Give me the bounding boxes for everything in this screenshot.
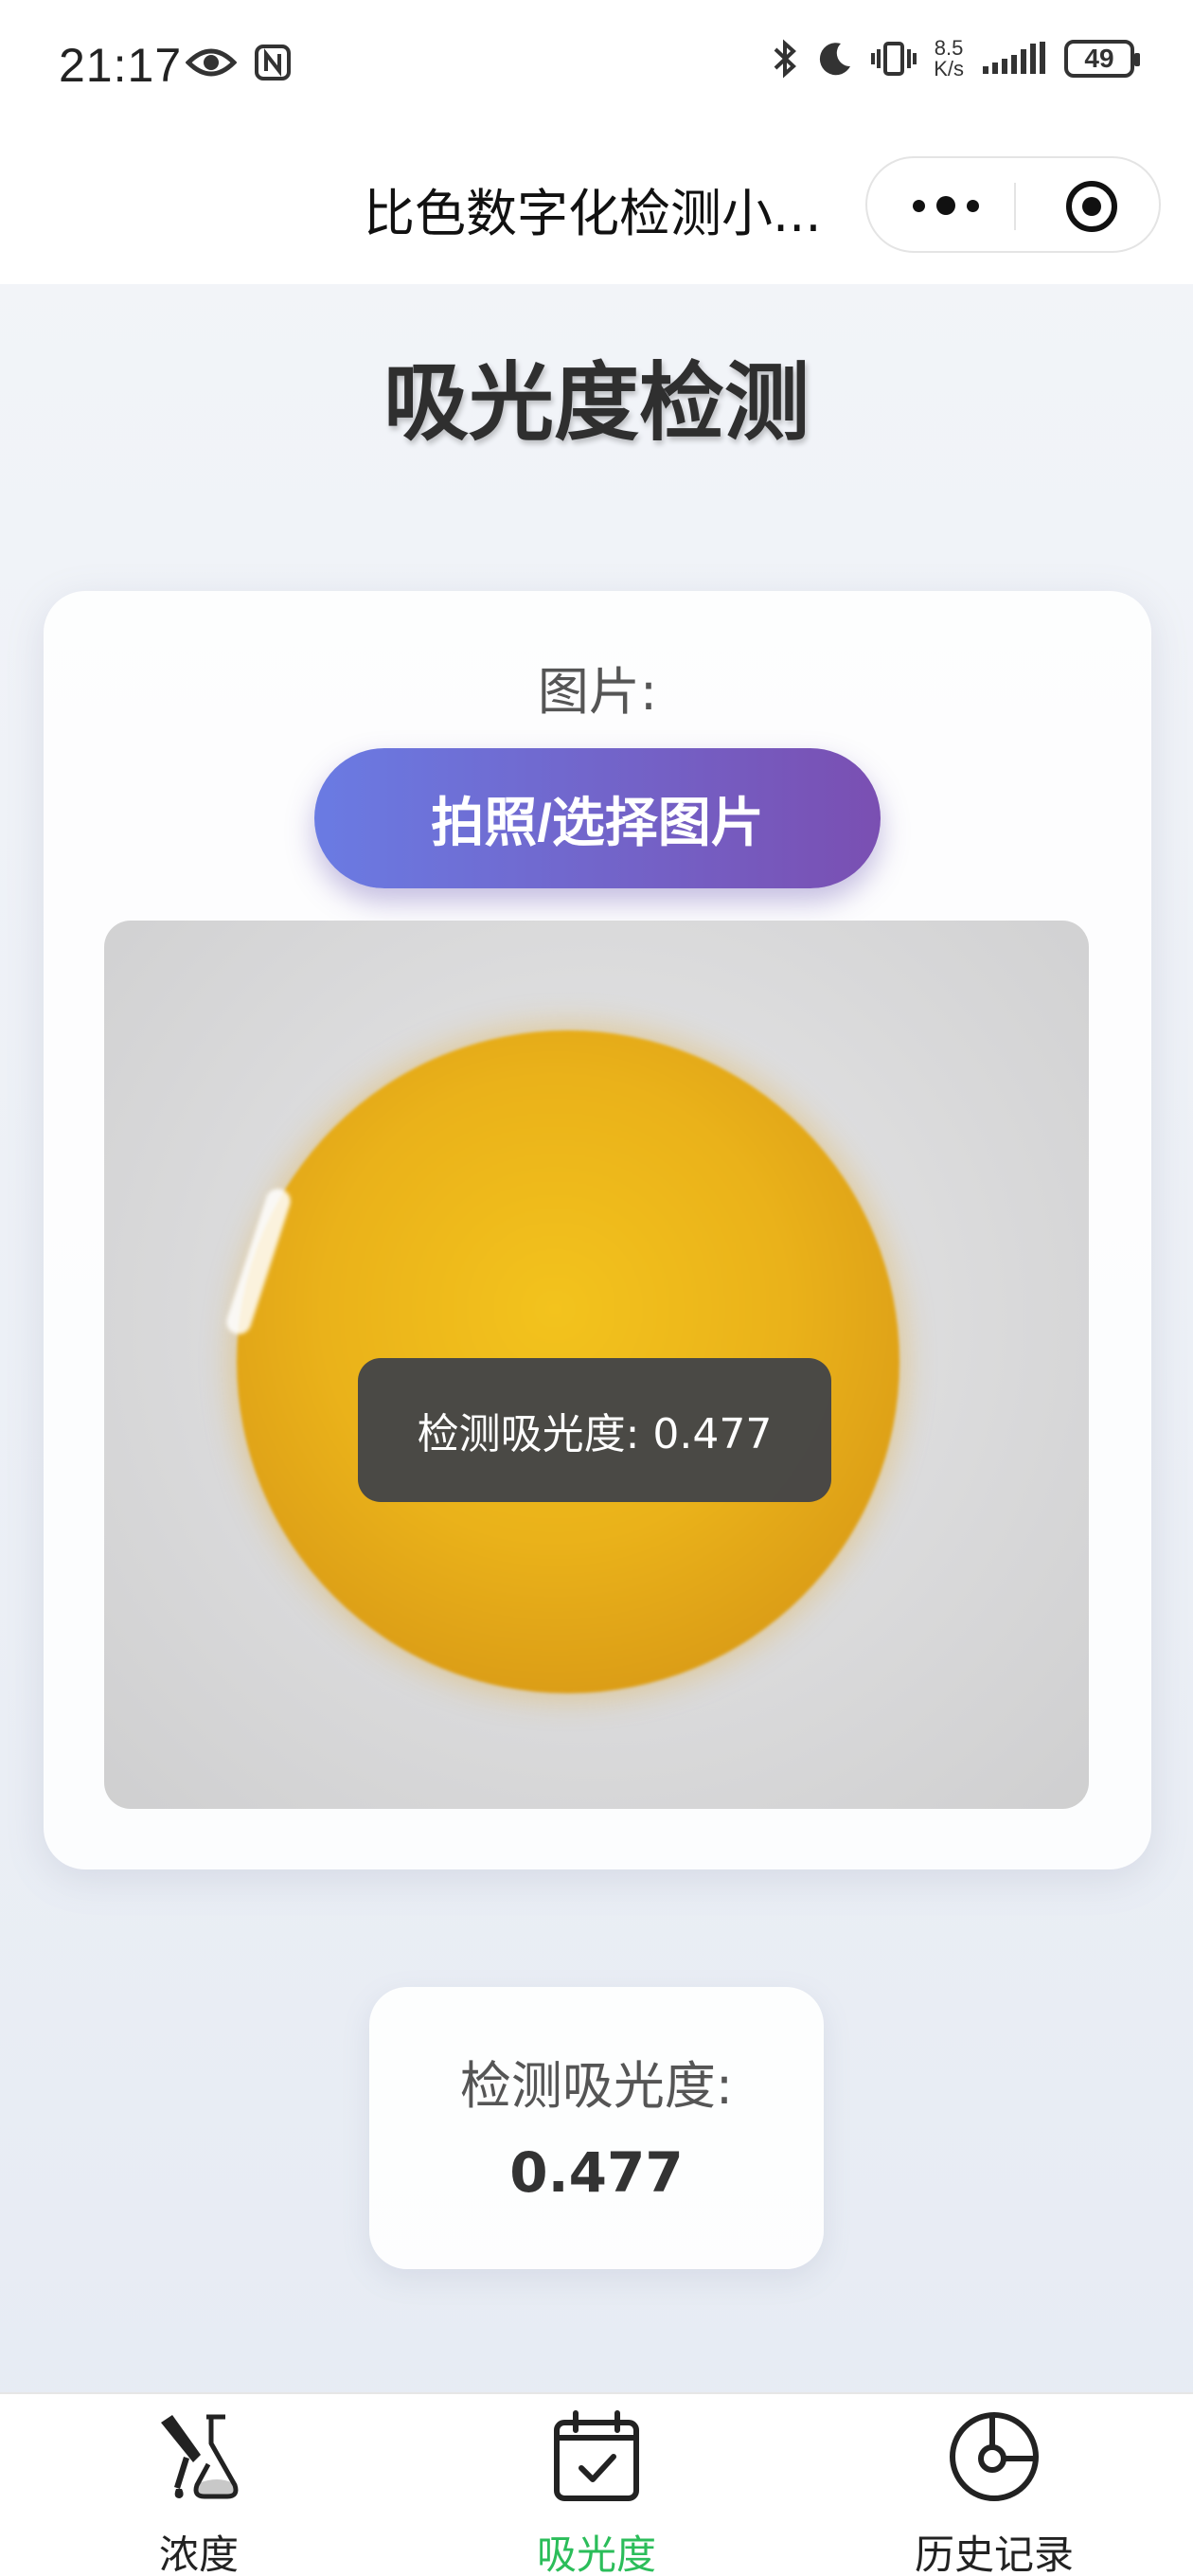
signal-icon	[983, 42, 1045, 74]
moon-icon	[820, 43, 851, 76]
status-bar: 21:17 8.5 K/s 49	[0, 0, 1193, 137]
status-time: 21:17	[59, 39, 183, 92]
result-box: 检测吸光度: 0.477	[369, 1987, 824, 2269]
close-target-icon[interactable]	[1065, 180, 1118, 233]
tab-concentration[interactable]: 浓度	[57, 2394, 341, 2576]
status-left-icons	[186, 44, 292, 81]
history-dial-icon	[950, 2412, 1039, 2501]
tab-label: 历史记录	[914, 2531, 1074, 2576]
result-value: 0.477	[509, 2140, 684, 2205]
tab-bar: 浓度 吸光度 历史记录	[0, 2392, 1193, 2576]
page-title: 吸光度检测	[383, 353, 810, 453]
app-root: 21:17 8.5 K/s 49 比色数字化检测小... 吸光度检测 图片: 拍…	[0, 0, 1193, 2576]
capsule-divider	[1014, 183, 1016, 230]
more-options-icon[interactable]	[913, 187, 979, 224]
vibrate-icon	[871, 42, 917, 76]
result-toast: 检测吸光度: 0.477	[358, 1358, 831, 1502]
image-card: 图片: 拍照/选择图片 检测吸光度: 0.477	[44, 591, 1151, 1869]
calendar-check-icon	[554, 2410, 639, 2501]
nav-bar: 比色数字化检测小...	[0, 137, 1193, 284]
tab-label: 吸光度	[536, 2531, 656, 2576]
nav-title: 比色数字化检测小...	[364, 184, 822, 243]
tab-history[interactable]: 历史记录	[852, 2394, 1136, 2576]
tab-label: 浓度	[158, 2531, 239, 2576]
bluetooth-icon	[774, 39, 797, 79]
result-label: 检测吸光度:	[459, 2056, 734, 2116]
battery-indicator: 49	[1064, 40, 1140, 78]
image-label: 图片:	[537, 662, 658, 722]
nfc-icon	[255, 45, 291, 80]
net-speed: 8.5 K/s	[934, 36, 964, 80]
tab-absorbance[interactable]: 吸光度	[454, 2394, 739, 2576]
eye-icon	[186, 48, 237, 77]
choose-image-button[interactable]: 拍照/选择图片	[314, 748, 881, 888]
sample-photo: 检测吸光度: 0.477	[104, 921, 1089, 1809]
status-right-icons: 8.5 K/s 49	[771, 36, 1140, 80]
flask-dropper-icon	[161, 2414, 239, 2499]
mini-program-capsule	[865, 156, 1161, 253]
